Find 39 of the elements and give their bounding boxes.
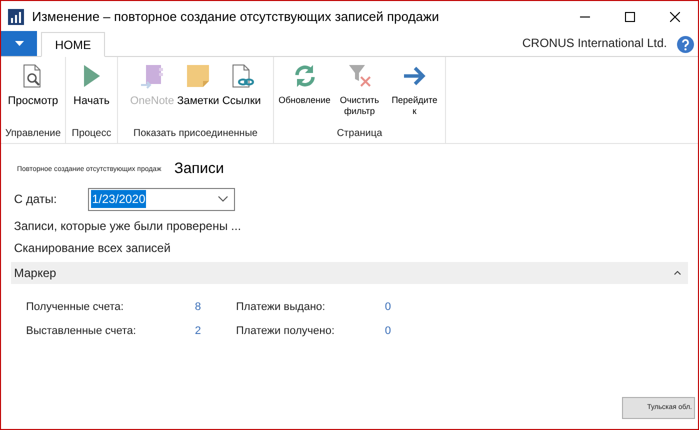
field-label: С даты: [14,191,58,208]
ribbon-button[interactable]: Заметки [177,63,220,126]
ribbon-button[interactable]: Ссылки [222,63,261,126]
stat-label: Платежи получено: [236,324,336,339]
stat-value: 0 [384,324,392,339]
group-label: Процесс [70,127,112,141]
group-label: Показать присоединенные [132,127,259,141]
sticky-note-icon [185,63,212,89]
app-icon [8,8,24,24]
status-message: Записи, которые уже были проверены ... [14,218,242,234]
status-message: Сканирование всех записей [14,240,172,256]
group-label: Управление [4,127,62,141]
chevron-up-icon [674,270,681,274]
ribbon-button[interactable]: Начать [73,63,110,126]
filter-clear-icon [346,63,372,89]
caret-icon [14,41,24,46]
maximize-icon[interactable] [625,12,635,22]
app-menu-button[interactable] [1,31,37,56]
section-header[interactable]: Маркер [11,262,688,284]
window-title: Изменение – повторное создание отсутствующих записей продажи [32,8,439,26]
chevron-down-icon [218,196,228,202]
ribbon-button[interactable]: Очистить фильтр [334,63,386,126]
close-icon[interactable] [670,12,680,22]
ribbon-button[interactable]: Перейдите к [388,63,440,126]
date-field[interactable]: 1/23/2020 [88,188,235,210]
help-icon[interactable] [677,36,694,53]
stat-label: Платежи выдано: [236,300,326,314]
stat-label: Выставленные счета: [26,324,138,339]
stat-label: Полученные счета: [26,300,125,314]
company-name: CRONUS International Ltd. [522,35,667,52]
ribbon-button[interactable]: Обновление [278,63,330,126]
ribbon-button[interactable]: Просмотр [8,63,58,126]
stat-value: 2 [194,324,202,339]
stat-value: 0 [384,300,392,314]
page-title: Записи [174,159,224,179]
notebook-icon [139,63,166,89]
ribbon-tab[interactable]: HOME [41,32,105,57]
stat-value: 8 [194,300,202,314]
group-label: Страница [336,127,384,141]
